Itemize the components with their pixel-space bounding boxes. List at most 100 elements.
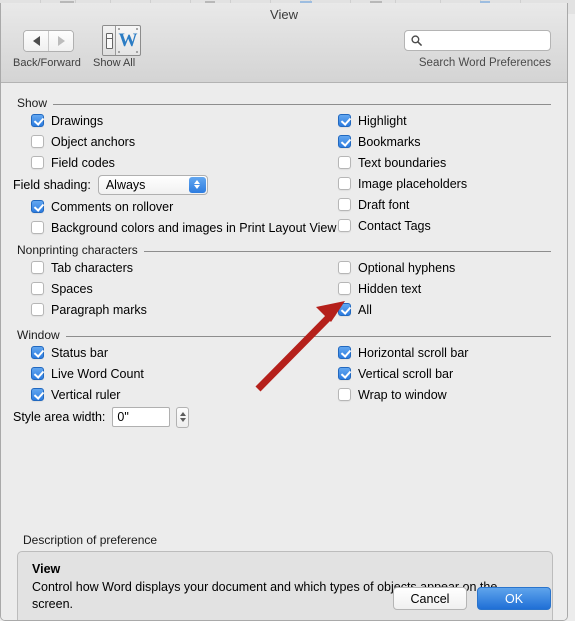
checkbox-label: Highlight	[358, 113, 407, 128]
cancel-button[interactable]: Cancel	[393, 587, 467, 610]
search-input[interactable]	[404, 30, 551, 51]
checkbox-row-horizontal-scroll-bar[interactable]: Horizontal scroll bar	[338, 342, 468, 363]
word-preferences-window: View Back/Forward W Show All Search Word…	[0, 3, 568, 621]
checkbox-row-comments-on-rollover[interactable]: Comments on rollover	[31, 196, 336, 217]
checkbox-row-object-anchors[interactable]: Object anchors	[31, 131, 336, 152]
ok-button[interactable]: OK	[477, 587, 551, 610]
field-shading-label: Field shading:	[13, 177, 91, 192]
checkbox-vertical-scroll-bar[interactable]	[338, 367, 351, 380]
checkbox-label: Live Word Count	[51, 366, 144, 381]
checkbox-all[interactable]	[338, 303, 351, 316]
checkbox-label: Spaces	[51, 281, 93, 296]
back-forward-label: Back/Forward	[13, 57, 81, 69]
checkbox-row-bookmarks[interactable]: Bookmarks	[338, 131, 467, 152]
checkbox-row-tab-characters[interactable]: Tab characters	[31, 257, 147, 278]
checkbox-label: Wrap to window	[358, 387, 447, 402]
checkbox-row-contact-tags[interactable]: Contact Tags	[338, 215, 467, 236]
checkbox-live-word-count[interactable]	[31, 367, 44, 380]
style-area-width-row: Style area width:	[13, 405, 190, 429]
checkbox-vertical-ruler[interactable]	[31, 388, 44, 401]
group-rule	[143, 250, 551, 252]
group-nonprinting-left-column: Tab characters Spaces Paragraph marks	[31, 257, 147, 320]
search-field-wrapper	[404, 30, 551, 51]
show-all-button[interactable]: W	[102, 25, 141, 56]
window-title: View	[270, 7, 298, 22]
checkbox-label: Background colors and images in Print La…	[51, 220, 337, 235]
group-nonprinting-characters: Nonprinting characters Tab characters Spa…	[1, 243, 567, 327]
checkbox-row-all[interactable]: All	[338, 299, 455, 320]
group-window-right-column: Horizontal scroll bar Vertical scroll bar…	[338, 342, 468, 405]
checkbox-row-optional-hyphens[interactable]: Optional hyphens	[338, 257, 455, 278]
word-document-icon: W	[102, 25, 141, 56]
checkbox-label: Image placeholders	[358, 176, 468, 191]
checkbox-spaces[interactable]	[31, 282, 44, 295]
group-title: Nonprinting characters	[17, 243, 138, 257]
checkbox-row-live-word-count[interactable]: Live Word Count	[31, 363, 189, 384]
field-shading-value: Always	[105, 177, 146, 192]
checkbox-draft-font[interactable]	[338, 198, 351, 211]
checkbox-row-spaces[interactable]: Spaces	[31, 278, 147, 299]
checkbox-hidden-text[interactable]	[338, 282, 351, 295]
checkbox-label: Optional hyphens	[358, 260, 456, 275]
style-area-width-input[interactable]	[112, 407, 171, 427]
group-rule	[53, 103, 551, 105]
checkbox-row-drawings[interactable]: Drawings	[31, 110, 336, 131]
checkbox-row-paragraph-marks[interactable]: Paragraph marks	[31, 299, 147, 320]
checkbox-wrap-to-window[interactable]	[338, 388, 351, 401]
field-shading-row: Field shading: Always	[13, 173, 336, 196]
show-all-label: Show All	[93, 57, 136, 69]
checkbox-row-text-boundaries[interactable]: Text boundaries	[338, 152, 467, 173]
checkbox-image-placeholders[interactable]	[338, 177, 351, 190]
checkbox-label: Object anchors	[51, 134, 136, 149]
description-caption: Description of preference	[23, 533, 158, 547]
checkbox-bookmarks[interactable]	[338, 135, 351, 148]
forward-button[interactable]	[48, 31, 73, 51]
checkbox-label: Field codes	[51, 155, 115, 170]
back-forward-control[interactable]	[23, 30, 74, 52]
checkbox-label: Contact Tags	[358, 218, 431, 233]
group-title: Show	[17, 96, 48, 110]
checkbox-row-image-placeholders[interactable]: Image placeholders	[338, 173, 467, 194]
checkbox-field-codes[interactable]	[31, 156, 44, 169]
style-area-width-label: Style area width:	[13, 410, 106, 424]
checkbox-label: Tab characters	[51, 260, 133, 275]
checkbox-optional-hyphens[interactable]	[338, 261, 351, 274]
checkbox-row-draft-font[interactable]: Draft font	[338, 194, 467, 215]
checkbox-comments-on-rollover[interactable]	[31, 200, 44, 213]
checkbox-label: Vertical ruler	[51, 387, 121, 402]
checkbox-row-hidden-text[interactable]: Hidden text	[338, 278, 455, 299]
checkbox-row-field-codes[interactable]: Field codes	[31, 152, 336, 173]
checkbox-row-vertical-scroll-bar[interactable]: Vertical scroll bar	[338, 363, 468, 384]
group-show-left-column: Drawings Object anchors Field codes Field s…	[13, 110, 336, 238]
checkbox-row-background-colors-and-images-in-print-layout-view[interactable]: Background colors and images in Print La…	[31, 217, 336, 238]
checkbox-horizontal-scroll-bar[interactable]	[338, 346, 351, 359]
checkbox-tab-characters[interactable]	[31, 261, 44, 274]
window-toolbar: View Back/Forward W Show All Search Word…	[1, 3, 567, 83]
checkbox-row-wrap-to-window[interactable]: Wrap to window	[338, 384, 468, 405]
checkbox-row-highlight[interactable]: Highlight	[338, 110, 467, 131]
checkbox-label: Vertical scroll bar	[358, 366, 454, 381]
style-area-width-stepper[interactable]	[176, 406, 190, 428]
checkbox-status-bar[interactable]	[31, 346, 44, 359]
checkbox-highlight[interactable]	[338, 114, 351, 127]
description-box: View Control how Word displays your docu…	[17, 551, 553, 620]
checkbox-label: Text boundaries	[358, 155, 447, 170]
field-shading-popup[interactable]: Always	[97, 174, 208, 195]
checkbox-contact-tags[interactable]	[338, 219, 351, 232]
checkbox-label: Comments on rollover	[51, 199, 174, 214]
checkbox-row-status-bar[interactable]: Status bar	[31, 342, 189, 363]
group-show-right-column: Highlight Bookmarks Text boundaries Image p…	[338, 110, 467, 236]
triangle-left-icon	[32, 36, 40, 46]
checkbox-text-boundaries[interactable]	[338, 156, 351, 169]
checkbox-label: Drawings	[51, 113, 104, 128]
checkbox-label: Paragraph marks	[51, 302, 147, 317]
checkbox-background-colors-and-images-in-print-layout-view[interactable]	[31, 221, 44, 234]
checkbox-drawings[interactable]	[31, 114, 44, 127]
back-button[interactable]	[24, 31, 48, 51]
checkbox-object-anchors[interactable]	[31, 135, 44, 148]
group-title: Window	[17, 328, 60, 342]
checkbox-paragraph-marks[interactable]	[31, 303, 44, 316]
group-show: Show Drawings Object anchors Field codes Fi…	[1, 96, 567, 246]
chevron-updown-icon	[188, 176, 206, 193]
checkbox-row-vertical-ruler[interactable]: Vertical ruler	[31, 384, 189, 405]
